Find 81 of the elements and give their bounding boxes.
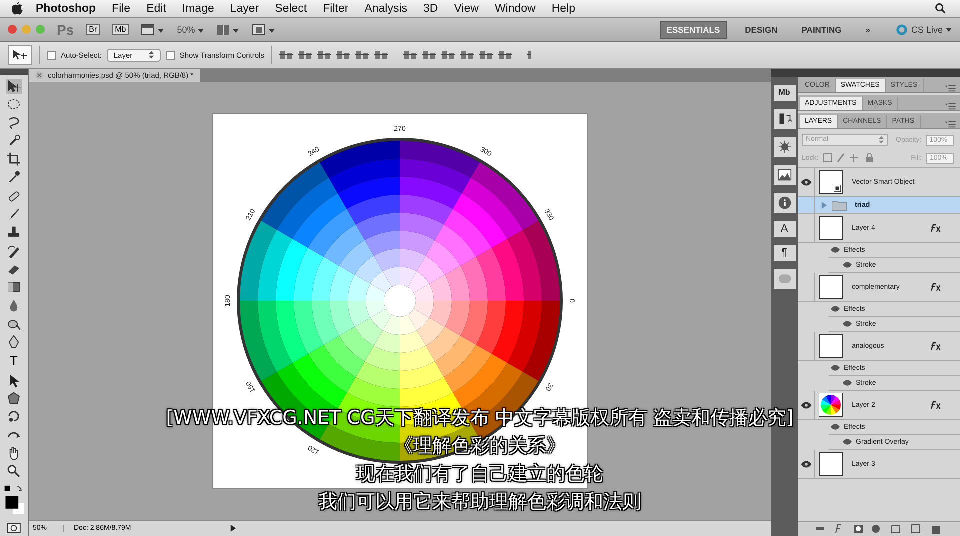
workspace-tab[interactable]: ESSENTIALS (660, 20, 728, 38)
toolbar-header-bar[interactable] (0, 69, 28, 76)
panel-dock-button[interactable]: Mb (774, 85, 796, 101)
info-icon[interactable] (774, 193, 796, 213)
screen-mode-icon[interactable] (252, 24, 276, 36)
menu-item[interactable]: File (112, 2, 131, 14)
search-icon[interactable] (935, 3, 946, 14)
marquee-tool-icon[interactable] (6, 97, 22, 112)
shape-tool-icon[interactable] (6, 391, 22, 406)
menu-item[interactable]: Analysis (364, 2, 408, 14)
menu-item[interactable]: 3D (424, 2, 438, 14)
pen-tool-icon[interactable] (6, 334, 22, 350)
eye-icon (800, 178, 812, 186)
layer-thumbnail (819, 452, 843, 476)
layer-thumbnail (819, 334, 843, 358)
menu-item[interactable]: Window (494, 2, 536, 14)
zoom-dropdown[interactable]: 50% (177, 24, 204, 34)
layer-effects-icon[interactable] (930, 342, 942, 350)
gradient-tool-icon[interactable] (6, 280, 22, 295)
cs-live-button[interactable]: CS Live (896, 24, 952, 36)
layer-effects-icon[interactable] (930, 400, 942, 410)
move-tool-icon[interactable] (6, 79, 22, 94)
app-menu[interactable]: Photoshop (36, 2, 96, 14)
ring-icon (896, 24, 908, 36)
layer-effects-icon[interactable] (930, 282, 942, 292)
zoom-tool-icon[interactable] (6, 464, 22, 479)
close-icon[interactable] (35, 71, 44, 80)
bridge-button[interactable]: Br (86, 24, 100, 35)
smart-object-badge-icon (834, 185, 841, 192)
crop-tool-icon[interactable] (6, 152, 22, 167)
workspace-tab[interactable]: DESIGN (739, 22, 784, 38)
layer-thumbnail (819, 275, 843, 299)
eye-icon (800, 460, 812, 468)
panel-menu-icon[interactable] (945, 85, 956, 92)
layer-effects-icon[interactable] (930, 224, 942, 232)
color-wheel-thumbnail (819, 393, 843, 417)
up-down-arrows-icon (148, 50, 154, 58)
fx-icon (930, 342, 942, 350)
menu-item[interactable]: Filter (323, 2, 349, 14)
play-icon[interactable] (230, 525, 237, 532)
more-workspaces-button[interactable]: » (860, 22, 876, 38)
fx-icon (930, 282, 942, 292)
panel-menu-icon[interactable] (945, 121, 956, 128)
caret-icon (198, 28, 204, 32)
app-logo: Ps (57, 22, 74, 38)
show-transform-controls-checkbox[interactable] (166, 50, 175, 60)
panel-menu-icon[interactable] (945, 103, 956, 110)
view-extras-icon[interactable] (141, 24, 166, 36)
up-down-arrows-icon (879, 136, 884, 144)
gear-icon[interactable] (774, 137, 796, 157)
stamp-tool-icon[interactable] (6, 225, 22, 240)
subtitle-line: 我们可以用它来帮助理解色彩调和法则 (318, 490, 642, 515)
type-tool[interactable]: T (10, 353, 18, 370)
caret-icon (946, 28, 952, 32)
menu-item[interactable]: Layer (230, 2, 260, 14)
tool-preset-picker[interactable] (8, 45, 32, 65)
workspace-tab[interactable]: PAINTING (796, 22, 848, 38)
collapsed-arrow-icon (821, 202, 828, 208)
arrange-documents-icon[interactable] (216, 24, 240, 36)
layer-thumbnail (819, 216, 843, 240)
eye-icon (800, 402, 812, 408)
panel-dock-button[interactable]: ¶ (774, 245, 796, 261)
auto-select-checkbox[interactable] (47, 50, 56, 60)
history-tool-icon[interactable] (6, 244, 22, 258)
apple-logo-icon[interactable] (12, 2, 23, 15)
menu-item[interactable]: Edit (146, 2, 166, 14)
menu-item[interactable]: Select (275, 2, 308, 14)
panel-dock-button[interactable]: A (774, 221, 796, 237)
menu-item[interactable]: Image (182, 2, 214, 14)
fx-icon (930, 400, 942, 410)
lasso-tool-icon[interactable] (6, 116, 22, 130)
menu-item[interactable]: Help (552, 2, 576, 14)
menu-item[interactable]: View (454, 2, 479, 14)
align-icons-drawing[interactable] (279, 49, 532, 61)
move-tool-icon (12, 49, 28, 61)
histogram-icon[interactable] (774, 165, 796, 185)
rotate-tool-icon[interactable] (6, 409, 22, 424)
fx-icon (930, 224, 942, 232)
mini-bridge-button[interactable]: Mb (112, 24, 130, 35)
folder-icon (832, 200, 847, 210)
quick-mask-icon[interactable] (6, 521, 22, 536)
